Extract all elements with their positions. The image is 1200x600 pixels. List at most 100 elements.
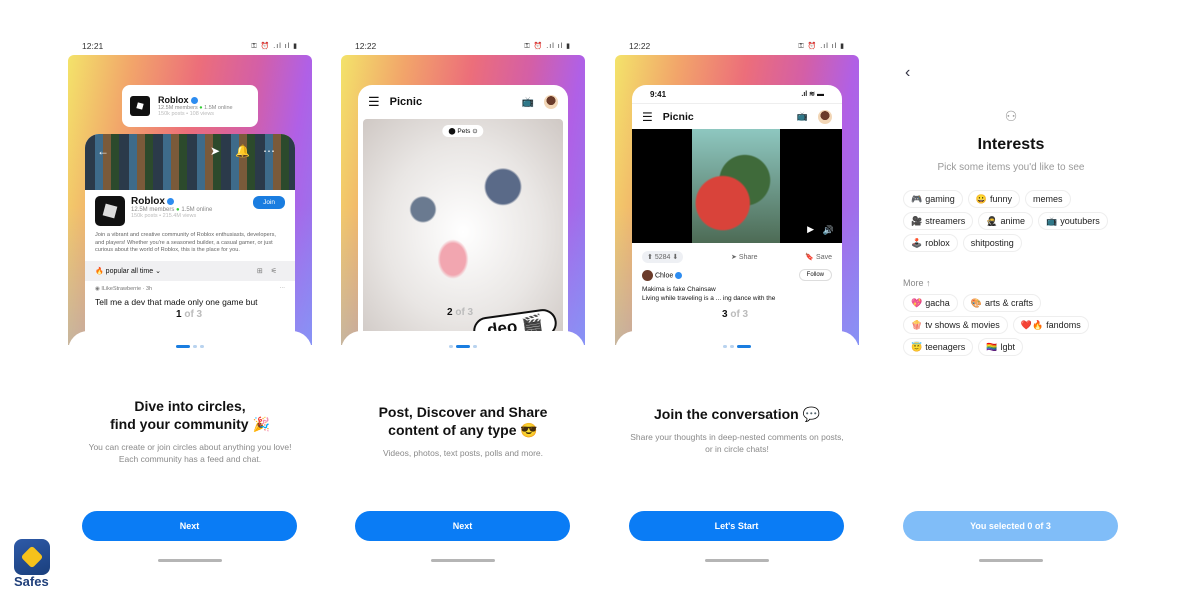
more-interest-chips: 💖 gacha 🎨 arts & crafts 🍿 tv shows & movies ❤️… — [903, 294, 1125, 356]
play-icon[interactable]: ▶ — [807, 224, 814, 235]
share-button[interactable]: ➤ Share — [731, 253, 758, 261]
chip-emoji-icon: 📺 — [1045, 215, 1058, 226]
status-bar: 12:22 ⚿ ⏰ .ıl ıl ▮ — [341, 38, 585, 54]
chip-label: shitposting — [970, 238, 1014, 248]
dot — [473, 345, 477, 348]
video-thumbnail — [692, 129, 780, 243]
page-subtitle: Pick some items you'd like to see — [937, 162, 1085, 173]
status-bar: 12:21 ⚿ ⏰ .ıl ıl ▮ — [68, 38, 312, 54]
view-toggle-icons[interactable]: ⊞⚟ — [257, 267, 285, 275]
chip-emoji-icon: 🍿 — [911, 319, 923, 330]
chip-label: memes — [1033, 194, 1063, 204]
page-indicator-text: 1 of 3 — [176, 309, 202, 320]
video-player[interactable]: ▶ 🔊 — [632, 129, 842, 243]
tv-icon[interactable]: 📺 — [797, 111, 808, 122]
interest-chip[interactable]: shitposting — [962, 234, 1022, 252]
app-preview-card: ☰ Picnic 📺 ⬤ Pets ⊙ deo 🎬 — [358, 85, 568, 345]
share-icon[interactable]: ➤ — [210, 144, 220, 158]
lets-start-button[interactable]: Let's Start — [629, 511, 844, 541]
app-preview-card: 9:41 .ıl ≋ ▬ ☰ Picnic 📺 ▶ 🔊 ⬆ 5284 ⬇ ➤ Sh… — [632, 85, 842, 345]
chip-label: lgbt — [1000, 342, 1015, 352]
vote-control[interactable]: ⬆ 5284 ⬇ — [642, 251, 684, 263]
pager-current: 1 — [176, 309, 182, 320]
pager-total: of 3 — [455, 307, 474, 318]
post-more-icon[interactable]: ⋯ — [280, 286, 286, 292]
pager-current: 2 — [447, 307, 453, 318]
sort-bar: 🔥 popular all time ⌄ ⊞⚟ — [85, 260, 295, 281]
status-time: 12:21 — [82, 41, 104, 51]
interest-chip[interactable]: 🎥 streamers — [903, 212, 974, 230]
chip-emoji-icon: 😀 — [975, 193, 987, 204]
onboarding-screen-3: 12:22 ⚿ ⏰ .ıl ıl ▮ 9:41 .ıl ≋ ▬ ☰ Picnic … — [615, 38, 859, 578]
follow-button[interactable]: Follow — [798, 269, 832, 281]
post-header: ◉ ILikeStrawberrie · 3h ⋯ — [95, 285, 286, 292]
interest-chips: 🎮 gaming 😀 funny memes 🎥 streamers 🥷 anime 📺 youtu… — [903, 190, 1125, 252]
post-actions: ⬆ 5284 ⬇ ➤ Share 🔖 Save — [632, 243, 842, 267]
next-button[interactable]: Next — [355, 511, 570, 541]
interest-chip[interactable]: 📺 youtubers — [1037, 212, 1108, 230]
back-button[interactable]: ‹ — [905, 64, 910, 82]
avatar[interactable] — [544, 95, 558, 109]
interests-screen: ‹ ⚇ Interests Pick some items you'd like… — [889, 38, 1133, 578]
screen-description: Videos, photos, text posts, polls and mo… — [382, 448, 544, 458]
screen-title: Join the conversation 💬 — [653, 406, 821, 422]
hero-preview: Roblox 12.5M members ● 1.5M online 150k … — [68, 55, 312, 345]
next-button[interactable]: Next — [82, 511, 297, 541]
author-name: Chloe — [654, 271, 674, 279]
home-indicator[interactable] — [431, 559, 495, 562]
pagination-dots — [68, 345, 312, 348]
save-button[interactable]: 🔖 Save — [805, 253, 832, 261]
pager-total: of 3 — [184, 309, 203, 320]
interest-chip[interactable]: 🍿 tv shows & movies — [903, 316, 1008, 334]
dot — [723, 345, 727, 348]
dot — [200, 345, 204, 348]
dot-active — [176, 345, 190, 348]
home-indicator[interactable] — [158, 559, 222, 562]
screen-description: You can create or join circles about any… — [88, 442, 292, 464]
chip-emoji-icon: 🎮 — [911, 193, 923, 204]
home-indicator[interactable] — [979, 559, 1043, 562]
interest-chip[interactable]: 🥷 anime — [978, 212, 1033, 230]
chip-label: arts & crafts — [984, 298, 1033, 308]
chip-label: streamers — [925, 216, 966, 226]
join-button[interactable]: Join — [253, 196, 285, 209]
post-body: Makima is fake Chainsaw Living while trav… — [632, 283, 842, 305]
post-title: Makima is fake Chainsaw — [642, 286, 716, 293]
interest-chip[interactable]: ❤️🔥 fandoms — [1012, 316, 1089, 334]
interest-chip[interactable]: memes — [1025, 190, 1071, 208]
interest-chip[interactable]: 😇 teenagers — [903, 338, 974, 356]
hero-preview: ☰ Picnic 📺 ⬤ Pets ⊙ deo 🎬 2 of 3 — [341, 55, 585, 345]
tv-icon[interactable]: 📺 — [522, 97, 534, 108]
more-toggle[interactable]: More ↑ — [903, 278, 931, 288]
inner-time: 9:41 — [650, 89, 667, 99]
menu-icon[interactable]: ☰ — [642, 110, 653, 124]
status-time: 12:22 — [355, 41, 377, 51]
interest-chip[interactable]: 😀 funny — [967, 190, 1020, 208]
interest-chip[interactable]: 🎮 gaming — [903, 190, 963, 208]
selection-count-button[interactable]: You selected 0 of 3 — [903, 511, 1118, 541]
interest-chip[interactable]: 🎨 arts & crafts — [962, 294, 1041, 312]
tag-chip[interactable]: ⬤ Pets ⊙ — [442, 125, 484, 137]
dot — [193, 345, 197, 348]
avatar[interactable] — [818, 109, 832, 124]
verified-icon — [675, 271, 683, 279]
bell-icon[interactable]: 🔔 — [235, 144, 250, 158]
post-author: ILikeStrawberrie — [101, 285, 142, 292]
more-icon[interactable]: ⋯ — [263, 144, 275, 158]
page-indicator-text: 3 of 3 — [722, 309, 748, 320]
chip-label: anime — [1000, 216, 1025, 226]
volume-icon[interactable]: 🔊 — [823, 225, 834, 236]
sort-label: popular all time — [105, 267, 154, 275]
interest-chip[interactable]: 🏳️‍🌈 lgbt — [978, 338, 1023, 356]
chip-emoji-icon: 🕹️ — [911, 237, 923, 248]
sort-dropdown[interactable]: 🔥 popular all time ⌄ — [95, 267, 161, 275]
author-avatar — [642, 269, 653, 281]
menu-icon[interactable]: ☰ — [368, 94, 380, 110]
page-title: Interests — [977, 136, 1045, 153]
back-arrow-icon[interactable]: ← — [97, 144, 109, 158]
interest-chip[interactable]: 🕹️ roblox — [903, 234, 958, 252]
status-time: 12:22 — [629, 41, 651, 51]
interest-chip[interactable]: 💖 gacha — [903, 294, 958, 312]
home-indicator[interactable] — [705, 559, 769, 562]
tag-label: Pets — [457, 128, 471, 135]
